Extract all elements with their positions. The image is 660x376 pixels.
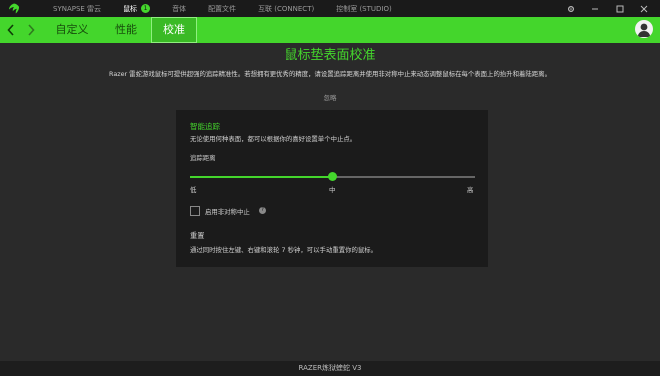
- top-nav-audio[interactable]: 音体: [172, 4, 186, 14]
- razer-logo-icon[interactable]: [8, 3, 20, 14]
- top-nav-label: 控制室 (STUDIO): [336, 4, 392, 13]
- section-description: 无论使用何种表面，都可以根据你的喜好设置单个中止点。: [190, 135, 357, 143]
- top-nav-studio[interactable]: 控制室 (STUDIO): [336, 4, 392, 14]
- top-nav-label: SYNAPSE 雷云: [53, 4, 102, 13]
- top-nav-connect[interactable]: 互联 (CONNECT): [258, 4, 314, 14]
- arrow-right-icon[interactable]: [24, 22, 38, 38]
- maximize-icon[interactable]: [610, 0, 630, 17]
- asymmetric-cutoff-label: 启用非对称中止: [205, 208, 250, 216]
- top-nav-label: 配置文件: [208, 4, 237, 13]
- minimize-icon[interactable]: [585, 0, 605, 17]
- notification-badge: 1: [141, 4, 151, 13]
- device-footer: RAZER炼狱蝰蛇 V3: [0, 361, 660, 376]
- top-nav-label: 鼠标: [123, 4, 138, 13]
- tab-performance[interactable]: 性能: [104, 17, 148, 43]
- avatar[interactable]: [635, 20, 653, 38]
- close-icon[interactable]: [634, 0, 654, 17]
- arrow-left-icon[interactable]: [4, 22, 18, 38]
- ignore-link[interactable]: 忽略: [0, 92, 660, 102]
- asymmetric-cutoff-checkbox[interactable]: [190, 206, 200, 216]
- top-nav-label: 音体: [172, 4, 187, 13]
- tab-customize[interactable]: 自定义: [50, 17, 94, 43]
- slider-mid-label: 中: [329, 186, 336, 194]
- slider-fill: [190, 176, 333, 178]
- tab-bar: 自定义 性能 校准: [0, 17, 660, 43]
- tracking-distance-label: 追踪距离: [190, 154, 216, 162]
- settings-icon[interactable]: [561, 0, 581, 17]
- slider-handle[interactable]: [328, 172, 337, 181]
- top-nav-synapse[interactable]: SYNAPSE 雷云: [53, 4, 101, 14]
- slider-min-label: 低: [190, 186, 197, 194]
- tab-label: 性能: [115, 23, 137, 36]
- slider-max-label: 高: [467, 186, 474, 194]
- question-icon[interactable]: ?: [259, 207, 266, 214]
- smart-tracking-panel: 智能追踪 无论使用何种表面，都可以根据你的喜好设置单个中止点。 追踪距离 低 中…: [176, 110, 488, 267]
- reset-description: 通过同时按住左键、右键和滚轮 7 秒钟，可以手动重置你的鼠标。: [190, 246, 378, 254]
- top-bar: SYNAPSE 雷云 鼠标 1 音体 配置文件 互联 (CONNECT) 控制室 …: [0, 0, 660, 17]
- top-nav: SYNAPSE 雷云 鼠标 1 音体 配置文件 互联 (CONNECT) 控制室 …: [53, 0, 414, 17]
- top-nav-mouse[interactable]: 鼠标 1: [123, 4, 151, 14]
- page-description: Razer 雷蛇游戏鼠标可提供超强的追踪精准性。若想拥有更优秀的精度，请设置追踪…: [109, 70, 551, 78]
- top-nav-profiles[interactable]: 配置文件: [208, 4, 236, 14]
- section-title: 智能追踪: [190, 122, 220, 131]
- tab-label: 校准: [163, 23, 185, 36]
- tab-label: 自定义: [55, 23, 89, 36]
- page-title: 鼠标垫表面校准: [284, 48, 376, 63]
- top-nav-label: 互联 (CONNECT): [258, 4, 315, 13]
- reset-title: 重置: [190, 231, 205, 240]
- tab-calibration[interactable]: 校准: [151, 17, 197, 43]
